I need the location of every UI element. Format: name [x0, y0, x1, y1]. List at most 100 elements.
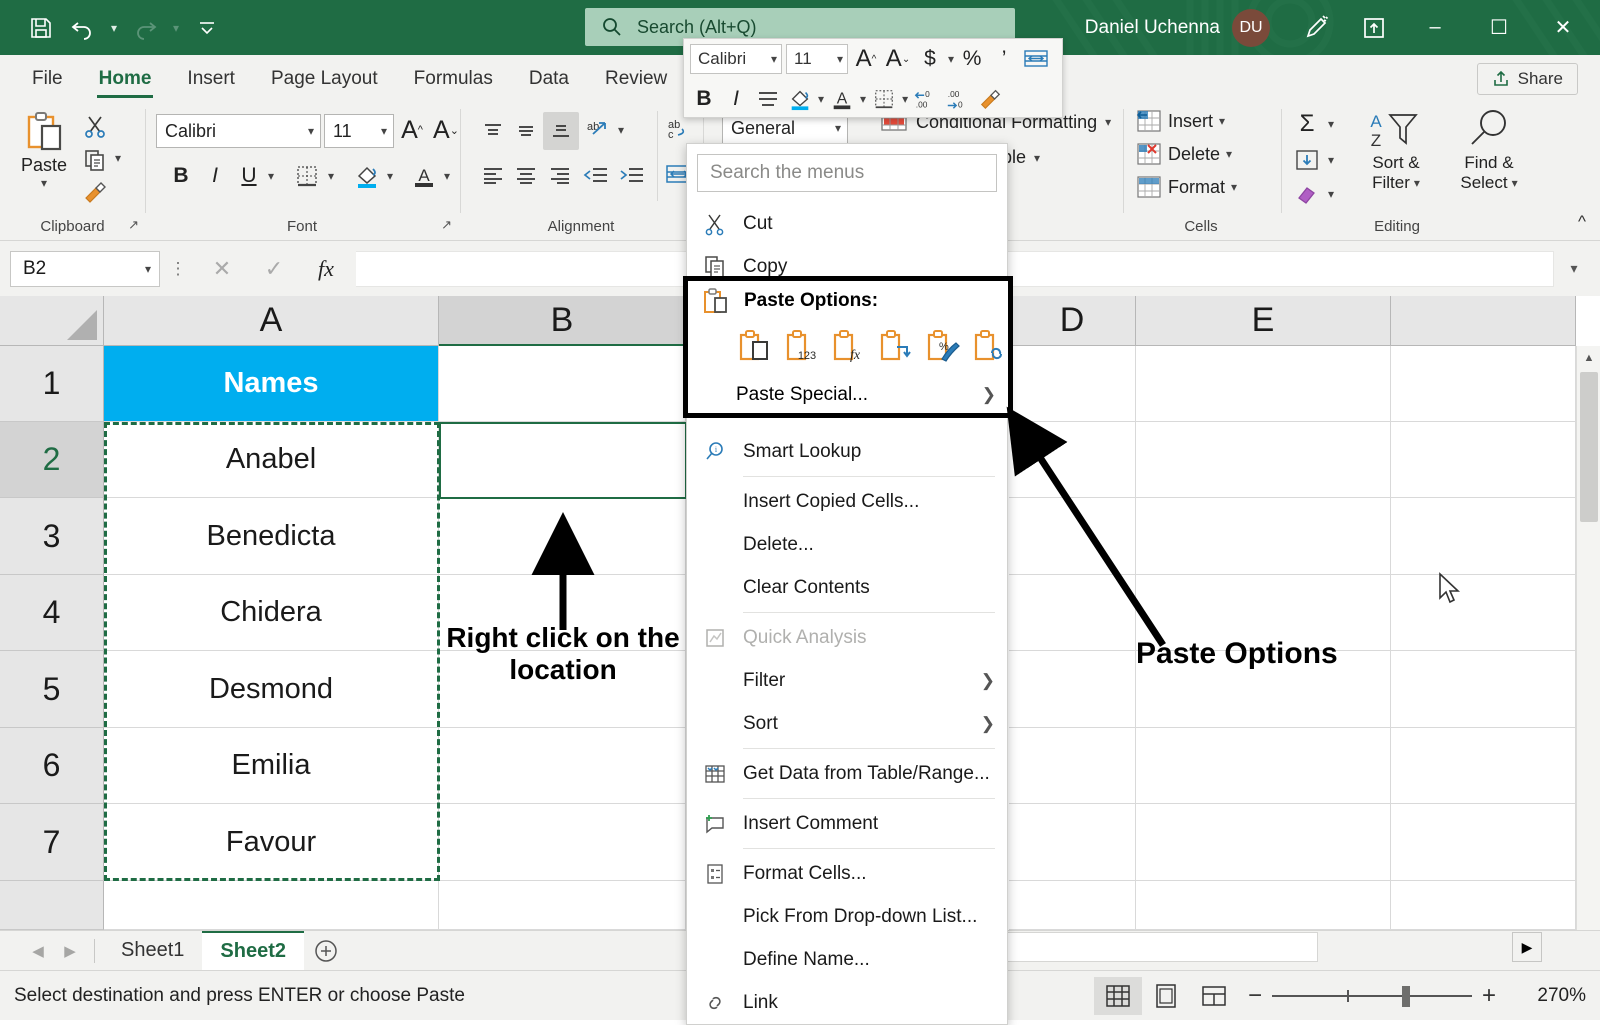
underline-dropdown-icon[interactable]: ▾	[268, 169, 274, 183]
menu-item-define-name[interactable]: Define Name...	[687, 938, 1007, 981]
cell-f4[interactable]	[1391, 575, 1576, 651]
expand-formula-bar-icon[interactable]: ▾	[1554, 260, 1594, 277]
cell-a1[interactable]: Names	[104, 346, 439, 422]
underline-button[interactable]: U	[234, 159, 264, 193]
formula-bar-handle[interactable]: ⋮	[160, 259, 196, 279]
delete-cells-dropdown-icon[interactable]: ▾	[1226, 147, 1232, 161]
sort-and-filter-button[interactable]: A Z Sort & Filter ▾	[1350, 109, 1442, 193]
share-button[interactable]: Share	[1477, 63, 1578, 95]
zoom-level[interactable]: 270%	[1506, 985, 1586, 1007]
cell-d6[interactable]	[1009, 728, 1136, 804]
font-name-combo[interactable]: Calibri ▾	[156, 114, 321, 148]
cell-b6[interactable]	[439, 728, 686, 804]
orientation-icon[interactable]: ab	[579, 115, 615, 147]
format-as-table-dropdown-icon[interactable]: ▾	[1034, 151, 1040, 165]
align-middle-icon[interactable]	[509, 115, 543, 147]
normal-view-icon[interactable]	[1094, 977, 1142, 1015]
cell-d4[interactable]	[1009, 575, 1136, 651]
cell-b3[interactable]	[439, 498, 686, 575]
mini-font-color-icon[interactable]: A	[828, 83, 856, 115]
italic-button[interactable]: I	[200, 159, 230, 193]
collapse-ribbon-icon[interactable]: ^	[1578, 212, 1586, 232]
fill-color-icon[interactable]	[350, 159, 384, 193]
fill-color-dropdown-icon[interactable]: ▾	[387, 169, 393, 183]
insert-cells-button[interactable]: Insert ▾	[1136, 109, 1225, 133]
mini-increase-font-icon[interactable]: A^	[852, 43, 880, 75]
tab-data[interactable]: Data	[511, 57, 587, 101]
tab-formulas[interactable]: Formulas	[396, 57, 511, 101]
paste-transpose-icon[interactable]	[877, 325, 914, 369]
column-header-a[interactable]: A	[104, 296, 439, 346]
column-header-e[interactable]: E	[1136, 296, 1391, 346]
mini-increase-decimal-icon[interactable]: 0 .00	[912, 83, 940, 115]
mini-decrease-decimal-icon[interactable]: .00 0	[944, 83, 972, 115]
format-cells-dropdown-icon[interactable]: ▾	[1231, 180, 1237, 194]
increase-indent-icon[interactable]	[613, 159, 649, 191]
zoom-out-button[interactable]: −	[1238, 982, 1272, 1010]
mini-fill-color-dropdown-icon[interactable]: ▾	[818, 92, 824, 106]
font-size-combo[interactable]: 11 ▾	[324, 114, 394, 148]
tab-file[interactable]: File	[14, 57, 81, 101]
sheet-tab-sheet2[interactable]: Sheet2	[202, 931, 304, 971]
clear-icon[interactable]	[1290, 179, 1324, 209]
cell-f5[interactable]	[1391, 651, 1576, 728]
cell-f1[interactable]	[1391, 346, 1576, 422]
cell-d1[interactable]	[1009, 346, 1136, 422]
mini-merge-icon[interactable]	[1022, 43, 1050, 75]
cell-f2[interactable]	[1391, 422, 1576, 498]
cell-e1[interactable]	[1136, 346, 1391, 422]
row-header-4[interactable]: 4	[0, 575, 104, 651]
align-top-icon[interactable]	[476, 115, 510, 147]
fill-icon[interactable]	[1290, 145, 1324, 175]
find-select-dropdown-icon[interactable]: ▾	[1512, 176, 1518, 190]
close-button[interactable]: ✕	[1532, 0, 1594, 55]
maximize-button[interactable]: ☐	[1468, 0, 1530, 55]
menu-item-get-data[interactable]: Get Data from Table/Range...	[687, 752, 1007, 795]
clear-dropdown-icon[interactable]: ▾	[1328, 187, 1334, 201]
cell-b8[interactable]	[439, 881, 686, 930]
redo-dropdown-icon[interactable]: ▾	[168, 9, 184, 47]
mini-borders-icon[interactable]	[870, 83, 898, 115]
zoom-slider[interactable]	[1272, 981, 1472, 1011]
mini-font-size-dropdown-icon[interactable]: ▾	[837, 52, 843, 66]
mini-percent-icon[interactable]: %	[958, 43, 986, 75]
cell-d3[interactable]	[1009, 498, 1136, 575]
minimize-button[interactable]: –	[1404, 0, 1466, 55]
tab-home[interactable]: Home	[81, 57, 170, 101]
menu-item-link[interactable]: Link	[687, 981, 1007, 1024]
cancel-entry-icon[interactable]: ✕	[196, 251, 248, 287]
mini-currency-icon[interactable]: $	[916, 43, 944, 75]
column-header-d[interactable]: D	[1009, 296, 1136, 346]
select-all-button[interactable]	[0, 296, 104, 346]
borders-dropdown-icon[interactable]: ▾	[328, 169, 334, 183]
menu-item-insert-copied-cells[interactable]: Insert Copied Cells...	[687, 480, 1007, 523]
autosum-dropdown-icon[interactable]: ▾	[1328, 117, 1334, 131]
font-size-dropdown-icon[interactable]: ▾	[381, 124, 387, 138]
vertical-scroll-thumb[interactable]	[1580, 372, 1598, 522]
sort-filter-dropdown-icon[interactable]: ▾	[1414, 176, 1420, 190]
mini-bold-button[interactable]: B	[690, 83, 718, 115]
mini-comma-icon[interactable]: ’	[990, 43, 1018, 75]
menu-item-format-cells[interactable]: Format Cells...	[687, 852, 1007, 895]
save-icon[interactable]	[22, 9, 60, 47]
row-header-2[interactable]: 2	[0, 422, 104, 498]
format-painter-button[interactable]	[78, 177, 112, 207]
mini-font-size-combo[interactable]: 11 ▾	[786, 44, 848, 74]
redo-icon[interactable]	[126, 9, 164, 47]
cell-d7[interactable]	[1009, 804, 1136, 881]
mini-font-name-dropdown-icon[interactable]: ▾	[771, 52, 777, 66]
align-center-icon[interactable]	[509, 159, 543, 191]
scroll-right-icon[interactable]: ▶	[1512, 932, 1542, 962]
undo-icon[interactable]	[64, 9, 102, 47]
undo-dropdown-icon[interactable]: ▾	[106, 9, 122, 47]
menu-item-clear-contents[interactable]: Clear Contents	[687, 566, 1007, 609]
align-left-icon[interactable]	[476, 159, 510, 191]
cell-f6[interactable]	[1391, 728, 1576, 804]
cell-e2[interactable]	[1136, 422, 1391, 498]
mini-fill-color-icon[interactable]	[786, 83, 814, 115]
avatar[interactable]: DU	[1232, 9, 1270, 47]
menu-item-sort[interactable]: Sort ❯	[687, 702, 1007, 745]
page-break-preview-icon[interactable]	[1190, 977, 1238, 1015]
cell-f3[interactable]	[1391, 498, 1576, 575]
zoom-in-button[interactable]: +	[1472, 982, 1506, 1010]
